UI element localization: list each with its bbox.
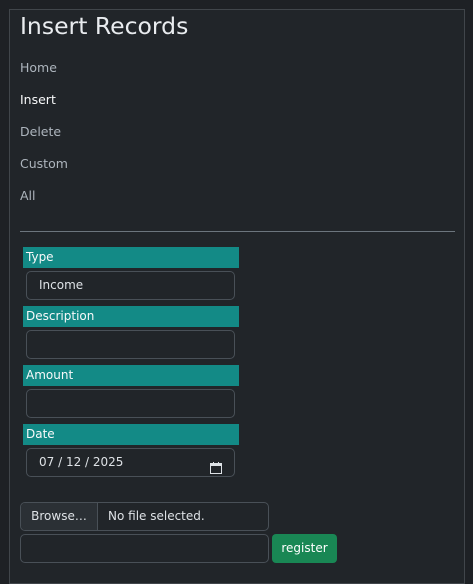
file-input[interactable]: Browse… No file selected.	[20, 502, 269, 531]
page-title: Insert Records	[20, 12, 189, 40]
nav-item-insert[interactable]: Insert	[20, 90, 68, 122]
type-label: Type	[23, 247, 239, 268]
browse-button[interactable]: Browse…	[21, 503, 98, 530]
date-value: 07 / 12 / 2025	[39, 455, 124, 469]
register-button[interactable]: register	[272, 534, 337, 563]
amount-label: Amount	[23, 365, 239, 386]
nav-list: Home Insert Delete Custom All	[20, 58, 68, 218]
date-label: Date	[23, 424, 239, 445]
description-label: Description	[23, 306, 239, 327]
calendar-icon[interactable]	[210, 457, 222, 474]
type-field[interactable]: Income	[26, 271, 235, 300]
file-status: No file selected.	[108, 509, 205, 523]
date-field[interactable]: 07 / 12 / 2025	[26, 448, 235, 477]
amount-field[interactable]	[26, 389, 235, 418]
text-field[interactable]	[20, 534, 269, 563]
nav-item-delete[interactable]: Delete	[20, 122, 68, 154]
divider	[20, 231, 455, 232]
description-field[interactable]	[26, 330, 235, 359]
page-container: Insert Records Home Insert Delete Custom…	[9, 9, 465, 584]
nav-item-all[interactable]: All	[20, 186, 68, 218]
nav-item-home[interactable]: Home	[20, 58, 68, 90]
nav-item-custom[interactable]: Custom	[20, 154, 68, 186]
